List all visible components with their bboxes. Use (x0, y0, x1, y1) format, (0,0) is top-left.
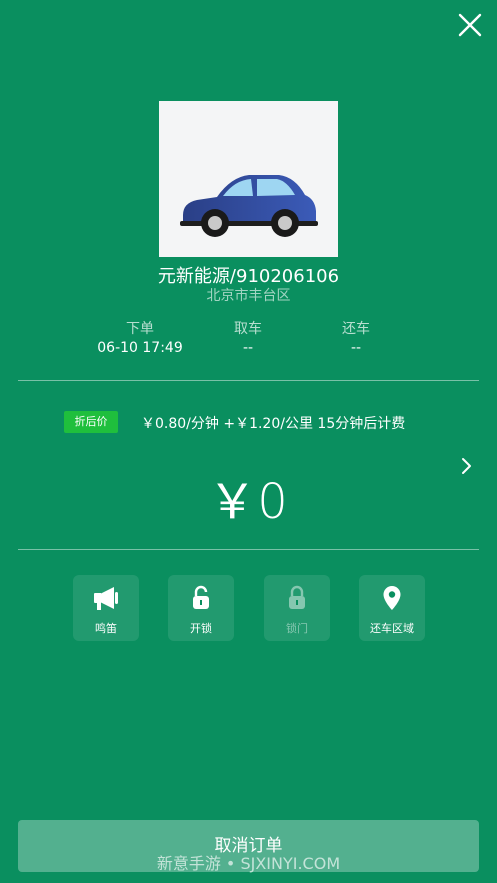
close-icon (458, 13, 482, 37)
chevron-right-icon (462, 458, 471, 474)
car-icon (180, 175, 318, 237)
return-time-value: -- (350, 340, 362, 356)
divider (18, 380, 479, 381)
vehicle-location: 北京市丰台区 (206, 288, 291, 304)
price-detail-button[interactable] (461, 457, 473, 475)
pricing-rate: ￥0.80/分钟 +￥1.20/公里 15分钟后计费 (141, 416, 406, 432)
return-time: 还车 -- (286, 318, 426, 356)
lock-icon (289, 585, 305, 609)
megaphone-icon (94, 587, 118, 610)
time-summary: 下单 06-10 17:49 取车 -- 还车 -- (0, 318, 497, 358)
watermark: 新意手游 • SJXINYI.COM (156, 854, 341, 873)
unlock-icon (193, 585, 209, 609)
lock-button[interactable]: 锁门 (264, 575, 330, 641)
return-time-label: 还车 (342, 321, 370, 337)
return-area-button[interactable]: 还车区域 (359, 575, 425, 641)
close-button[interactable] (457, 12, 483, 38)
total-price: ￥0 (208, 474, 289, 530)
lock-label: 锁门 (286, 622, 308, 635)
honk-label: 鸣笛 (95, 622, 117, 635)
honk-button[interactable]: 鸣笛 (73, 575, 139, 641)
action-bar: 鸣笛 开锁 锁门 还车区域 (0, 575, 497, 641)
location-pin-icon (383, 586, 401, 610)
return-area-label: 还车区域 (370, 622, 414, 635)
vehicle-image (159, 101, 338, 257)
discount-badge: 折后价 (64, 411, 118, 433)
pricing-row: 折后价 ￥0.80/分钟 +￥1.20/公里 15分钟后计费 (0, 410, 497, 434)
divider (18, 549, 479, 550)
unlock-button[interactable]: 开锁 (168, 575, 234, 641)
unlock-label: 开锁 (190, 622, 212, 635)
